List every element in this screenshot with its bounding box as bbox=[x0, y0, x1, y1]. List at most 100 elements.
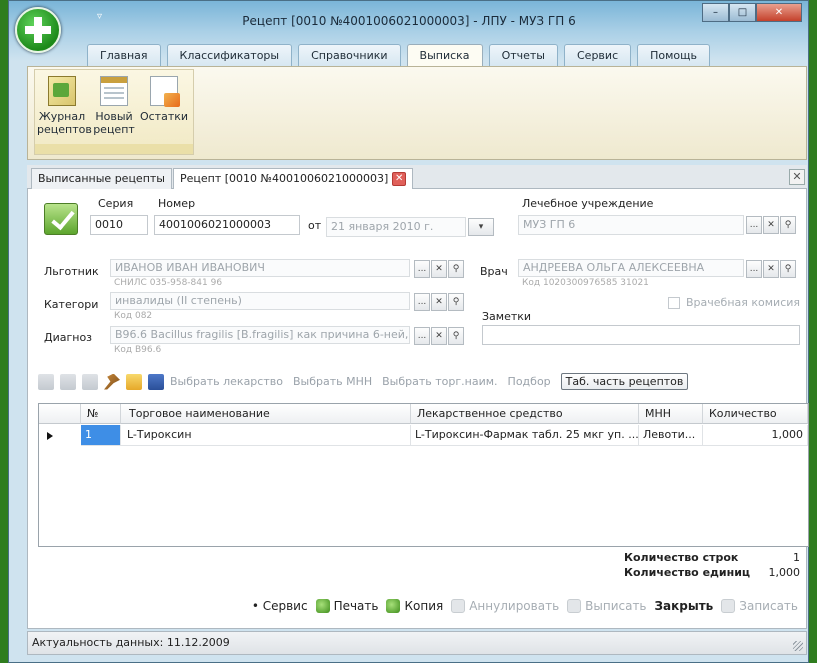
selection-link[interactable]: Подбор bbox=[508, 375, 551, 388]
ribbon-tabs: Главная Классификаторы Справочники Выпис… bbox=[87, 44, 716, 66]
print-icon bbox=[315, 599, 330, 613]
stock-label: Остатки bbox=[139, 110, 189, 123]
copy-button[interactable]: Копия bbox=[386, 599, 443, 613]
series-label: Серия bbox=[98, 197, 134, 210]
cell-number[interactable]: 1 bbox=[81, 425, 121, 446]
ribbon-group-caption bbox=[35, 144, 193, 154]
application-button[interactable] bbox=[15, 7, 61, 53]
select-drug-link[interactable]: Выбрать лекарство bbox=[170, 375, 283, 388]
new-prescription-label: Новый рецепт bbox=[93, 110, 135, 136]
institution-select-button[interactable]: ... bbox=[746, 216, 762, 234]
category-field[interactable]: инвалиды (II степень) bbox=[110, 292, 410, 310]
data-freshness-text: Актуальность данных: 11.12.2009 bbox=[32, 636, 230, 649]
print-label: Печать bbox=[333, 599, 379, 613]
edit-row-icon[interactable] bbox=[60, 373, 76, 390]
minimize-button[interactable]: – bbox=[702, 3, 729, 22]
medical-commission-label: Врачебная комисия bbox=[686, 296, 801, 309]
beneficiary-clear-icon[interactable]: ✕ bbox=[431, 260, 447, 278]
column-header-trade-name[interactable]: Торговое наименование bbox=[121, 404, 411, 424]
ribbon-group-prescriptions: Журнал рецептов Новый рецепт Остатки bbox=[34, 69, 194, 155]
cell-trade-name[interactable]: L-Тироксин bbox=[121, 425, 411, 446]
institution-field[interactable]: МУЗ ГП 6 bbox=[518, 215, 744, 235]
resize-grip-icon[interactable] bbox=[793, 641, 803, 651]
beneficiary-field[interactable]: ИВАНОВ ИВАН ИВАНОВИЧ bbox=[110, 259, 410, 277]
beneficiary-search-icon[interactable]: ⚲ bbox=[448, 260, 464, 278]
stock-button[interactable]: Остатки bbox=[139, 76, 189, 123]
tab-classifiers[interactable]: Классификаторы bbox=[166, 44, 293, 66]
prescription-journal-label: Журнал рецептов bbox=[37, 110, 92, 136]
doctor-clear-icon[interactable]: ✕ bbox=[763, 260, 779, 278]
doctor-search-icon[interactable]: ⚲ bbox=[780, 260, 796, 278]
column-header-quantity[interactable]: Количество bbox=[703, 404, 808, 424]
service-menu-button[interactable]: • Сервис bbox=[252, 599, 308, 613]
open-folder-icon[interactable] bbox=[126, 373, 142, 390]
tab-service[interactable]: Сервис bbox=[564, 44, 632, 66]
number-field[interactable]: 4001006021000003 bbox=[154, 215, 300, 235]
cell-quantity[interactable]: 1,000 bbox=[703, 425, 808, 446]
doctor-field[interactable]: АНДРЕЕВА ОЛЬГА АЛЕКСЕЕВНА bbox=[518, 259, 744, 277]
prescription-form: Серия 0010 Номер 4001006021000003 от 21 … bbox=[27, 189, 809, 629]
add-row-icon[interactable] bbox=[38, 373, 54, 390]
series-field[interactable]: 0010 bbox=[90, 215, 148, 235]
prescription-table-button[interactable]: Таб. часть рецептов bbox=[560, 373, 689, 390]
tab-references[interactable]: Справочники bbox=[298, 44, 401, 66]
tab-reports[interactable]: Отчеты bbox=[488, 44, 558, 66]
tab-main[interactable]: Главная bbox=[87, 44, 161, 66]
unit-count-value: 1,000 bbox=[768, 566, 801, 579]
select-trade-name-link[interactable]: Выбрать торг.наим. bbox=[382, 375, 497, 388]
diagnosis-clear-icon[interactable]: ✕ bbox=[431, 327, 447, 345]
tab-prescription-label: Рецепт [0010 №4001006021000003] bbox=[180, 172, 389, 185]
close-form-button[interactable]: Закрыть bbox=[655, 599, 714, 613]
column-header-drug[interactable]: Лекарственное средство bbox=[411, 404, 639, 424]
close-tab-icon[interactable]: ✕ bbox=[392, 172, 407, 186]
number-label: Номер bbox=[158, 197, 196, 210]
beneficiary-snils: СНИЛС 035-958-841 96 bbox=[114, 278, 223, 288]
calendar-dropdown-icon[interactable]: ▾ bbox=[468, 218, 494, 236]
cell-inn[interactable]: Левоти... bbox=[639, 425, 703, 446]
category-label: Категори bbox=[44, 298, 99, 311]
delete-row-icon[interactable] bbox=[82, 373, 98, 390]
doctor-select-button[interactable]: ... bbox=[746, 260, 762, 278]
plus-icon bbox=[25, 17, 51, 43]
tools-icon[interactable] bbox=[104, 373, 120, 390]
diagnosis-field[interactable]: B96.6 Bacillus fragilis [B.fragilis] как… bbox=[110, 326, 410, 344]
save-button[interactable]: Записать bbox=[721, 599, 798, 613]
prescription-journal-button[interactable]: Журнал рецептов bbox=[37, 76, 92, 136]
quick-access-dropdown-icon[interactable]: ▿ bbox=[97, 11, 102, 22]
beneficiary-label: Льготник bbox=[44, 265, 99, 278]
close-pane-icon[interactable]: ✕ bbox=[789, 169, 805, 185]
app-window: ▿ Рецепт [0010 №4001006021000003] - ЛПУ … bbox=[8, 0, 809, 663]
tab-prescribe[interactable]: Выписка bbox=[406, 44, 483, 66]
tab-issued-prescriptions[interactable]: Выписанные рецепты bbox=[31, 168, 172, 189]
issue-check-icon bbox=[567, 599, 582, 613]
close-window-button[interactable]: ✕ bbox=[756, 3, 802, 22]
diagnosis-search-icon[interactable]: ⚲ bbox=[448, 327, 464, 345]
new-prescription-button[interactable]: Новый рецепт bbox=[89, 76, 139, 136]
print-button[interactable]: Печать bbox=[315, 599, 379, 613]
issue-label: Выписать bbox=[585, 599, 647, 613]
diagnosis-select-button[interactable]: ... bbox=[414, 327, 430, 345]
tab-help[interactable]: Помощь bbox=[637, 44, 710, 66]
save-icon[interactable] bbox=[148, 373, 164, 390]
column-header-number[interactable]: № bbox=[81, 404, 121, 424]
copy-label: Копия bbox=[404, 599, 444, 613]
select-inn-link[interactable]: Выбрать МНН bbox=[293, 375, 372, 388]
maximize-button[interactable]: □ bbox=[729, 3, 756, 22]
diagnosis-label: Диагноз bbox=[44, 331, 93, 344]
beneficiary-select-button[interactable]: ... bbox=[414, 260, 430, 278]
tab-prescription[interactable]: Рецепт [0010 №4001006021000003] ✕ bbox=[173, 168, 414, 189]
document-tabs: Выписанные рецепты Рецепт [0010 №4001006… bbox=[27, 165, 807, 189]
institution-search-icon[interactable]: ⚲ bbox=[780, 216, 796, 234]
annul-button[interactable]: Аннулировать bbox=[451, 599, 559, 613]
notes-field[interactable] bbox=[482, 325, 800, 345]
issue-button[interactable]: Выписать bbox=[567, 599, 647, 613]
institution-clear-icon[interactable]: ✕ bbox=[763, 216, 779, 234]
column-header-inn[interactable]: МНН bbox=[639, 404, 703, 424]
cell-drug[interactable]: L-Тироксин-Фармак табл. 25 мкг уп. ... bbox=[411, 425, 639, 446]
date-field[interactable]: 21 января 2010 г. bbox=[326, 217, 466, 237]
category-select-button[interactable]: ... bbox=[414, 293, 430, 311]
status-bar: Актуальность данных: 11.12.2009 bbox=[27, 631, 807, 655]
category-search-icon[interactable]: ⚲ bbox=[448, 293, 464, 311]
medical-commission-checkbox[interactable] bbox=[668, 297, 680, 309]
category-clear-icon[interactable]: ✕ bbox=[431, 293, 447, 311]
